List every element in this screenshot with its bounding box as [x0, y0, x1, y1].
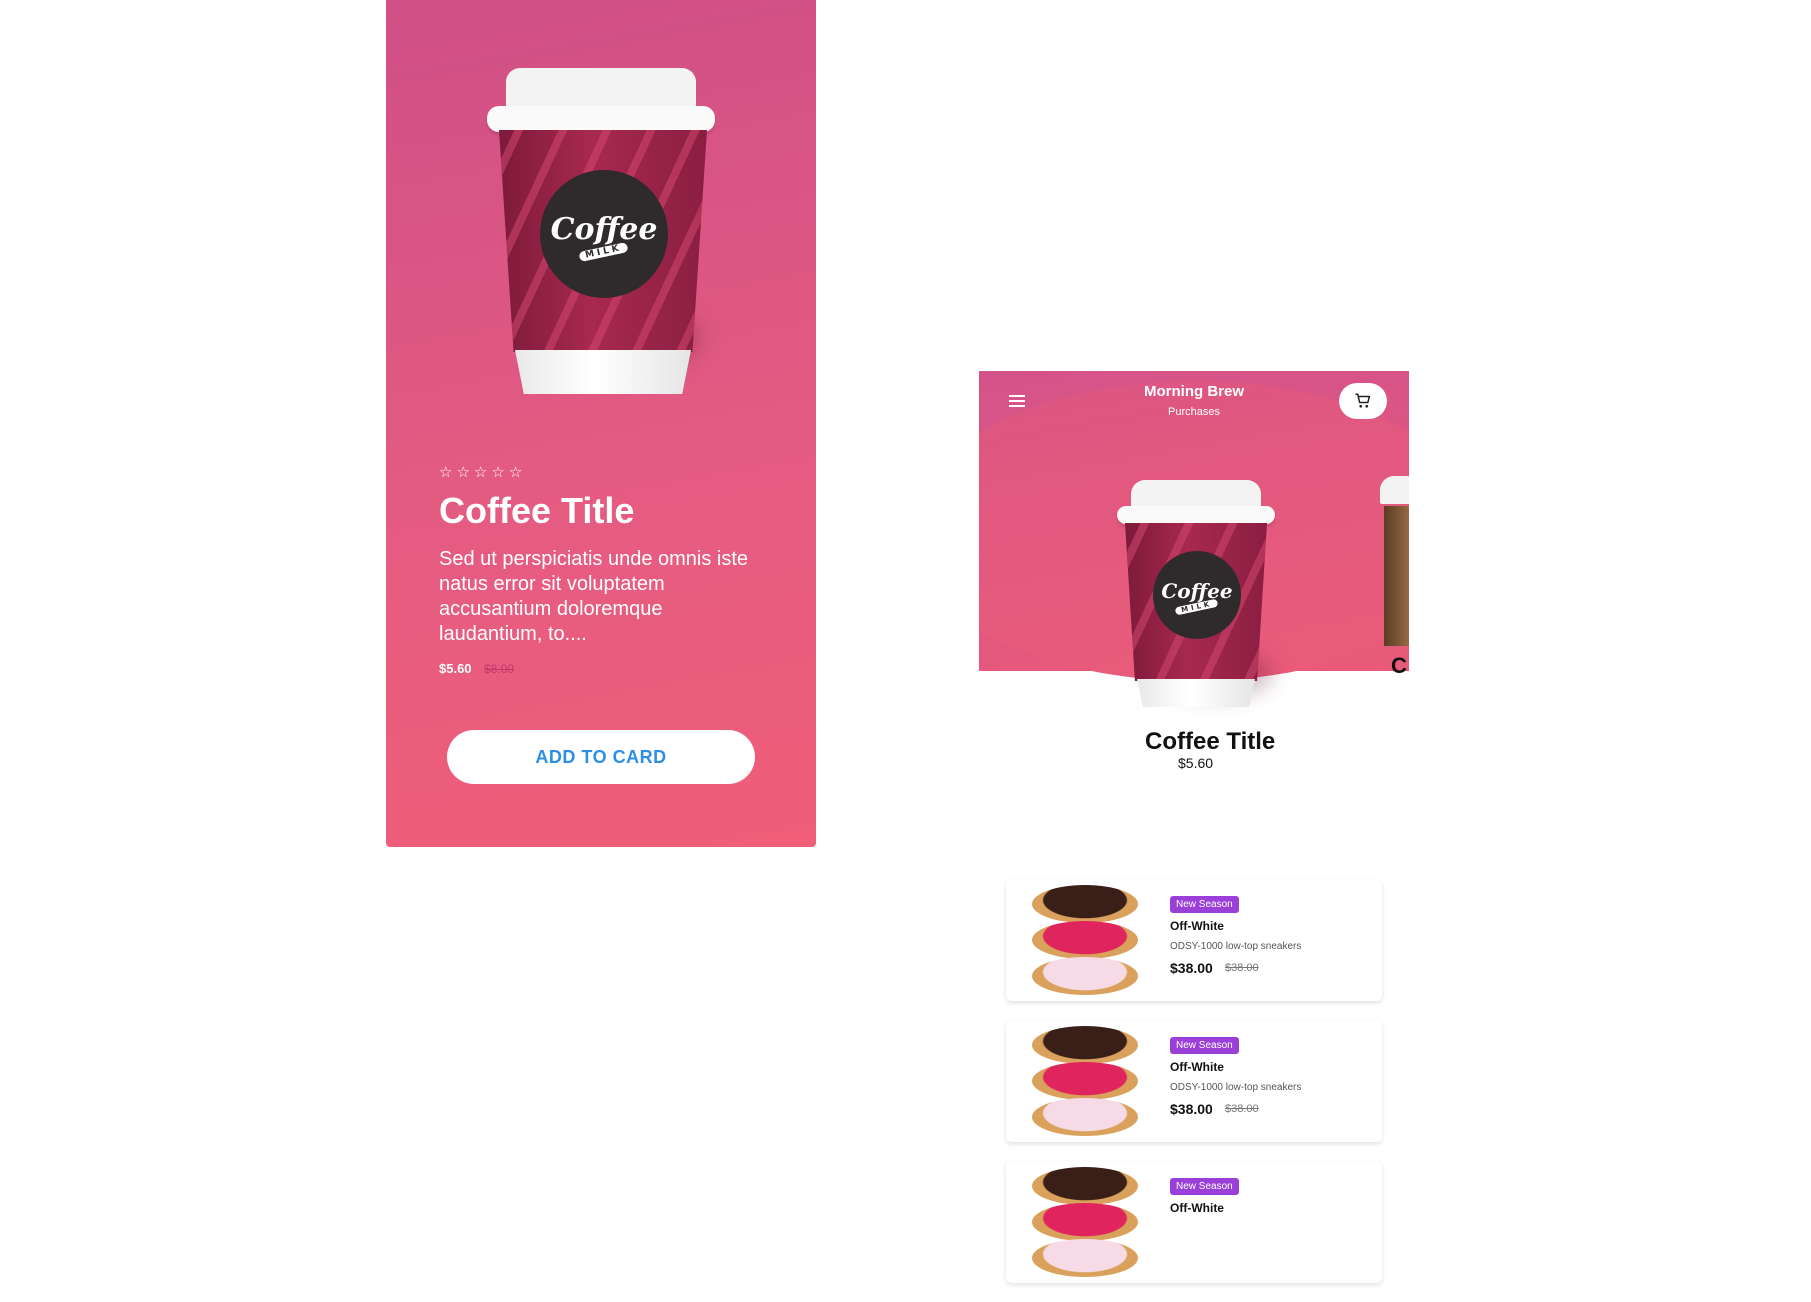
- list-item[interactable]: New Season Off-White: [1006, 1161, 1382, 1283]
- carousel-title: Coffee Title: [1145, 728, 1276, 755]
- carousel-price: $5.60: [1178, 755, 1214, 771]
- home-hero: Morning Brew Purchases Coffee MILK C Cof…: [979, 371, 1409, 783]
- new-season-badge: New Season: [1170, 896, 1239, 913]
- product-brand: Off-White: [1170, 1060, 1224, 1074]
- product-old-price: $38.00: [1225, 1103, 1259, 1115]
- star-icon[interactable]: ☆: [509, 463, 522, 481]
- product-price: $38.00: [1170, 1101, 1213, 1117]
- star-icon[interactable]: ☆: [439, 463, 452, 481]
- product-price: $38.00: [1170, 960, 1213, 976]
- product-title: Coffee Title: [439, 490, 635, 531]
- product-old-price: $38.00: [1225, 962, 1259, 974]
- cup-logo-text: Coffee: [550, 211, 658, 247]
- product-brand: Off-White: [1170, 1201, 1224, 1215]
- coffee-cup-image: Coffee MILK: [481, 68, 721, 398]
- donut-image: [1024, 1026, 1152, 1136]
- star-icon[interactable]: ☆: [491, 463, 504, 481]
- cup-logo-text: Coffee: [1161, 579, 1233, 603]
- add-to-cart-button[interactable]: ADD TO CARD: [447, 730, 755, 784]
- new-season-badge: New Season: [1170, 1178, 1239, 1195]
- list-item[interactable]: New Season Off-White ODSY-1000 low-top s…: [1006, 879, 1382, 1001]
- rating-stars[interactable]: ☆ ☆ ☆ ☆ ☆: [439, 463, 522, 481]
- star-icon[interactable]: ☆: [474, 463, 487, 481]
- donut-image: [1024, 1167, 1152, 1277]
- donut-image: [1024, 885, 1152, 995]
- product-description: ODSY-1000 low-top sneakers: [1170, 1082, 1302, 1093]
- list-item[interactable]: New Season Off-White ODSY-1000 low-top s…: [1006, 1020, 1382, 1142]
- product-description: Sed ut perspiciatis unde omnis iste natu…: [439, 548, 749, 645]
- carousel-next-cup-image[interactable]: [1378, 476, 1409, 646]
- product-detail-card: Coffee MILK ☆ ☆ ☆ ☆ ☆ Coffee Title Sed u…: [386, 0, 816, 847]
- cart-button[interactable]: [1339, 383, 1387, 419]
- new-season-badge: New Season: [1170, 1037, 1239, 1054]
- shopping-cart-icon: [1355, 393, 1371, 408]
- product-brand: Off-White: [1170, 919, 1224, 933]
- product-description: ODSY-1000 low-top sneakers: [1170, 941, 1302, 952]
- product-old-price: $8.00: [484, 662, 515, 676]
- product-list: New Season Off-White ODSY-1000 low-top s…: [1006, 879, 1382, 1302]
- star-icon[interactable]: ☆: [456, 463, 469, 481]
- product-price: $5.60: [439, 661, 472, 676]
- carousel-next-title: C: [1391, 653, 1407, 678]
- carousel-coffee-cup-image[interactable]: Coffee MILK: [1113, 480, 1279, 712]
